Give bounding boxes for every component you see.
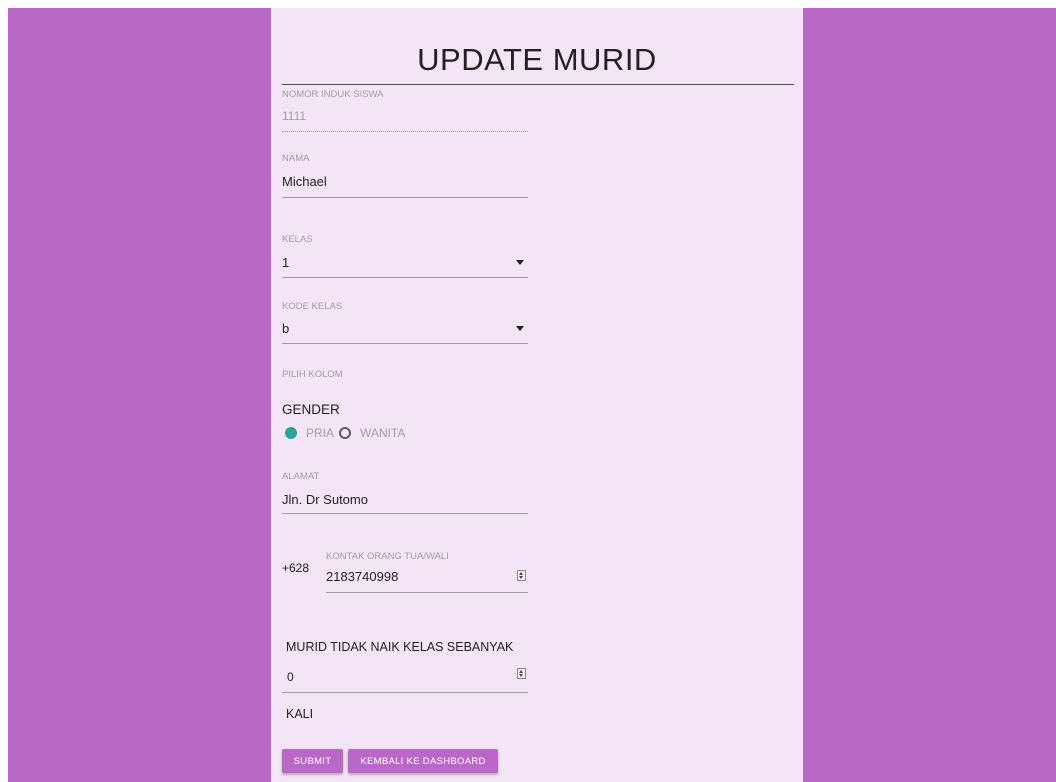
nama-value[interactable]: Michael xyxy=(282,174,327,189)
alamat-underline xyxy=(282,513,528,514)
nama-label: NAMA xyxy=(282,153,310,164)
update-murid-card: UPDATE MURID NOMOR INDUK SISWA 1111 NAMA… xyxy=(271,8,803,782)
kontak-underline xyxy=(326,592,528,593)
tidak-naik-heading: MURID TIDAK NAIK KELAS SEBANYAK xyxy=(286,640,514,654)
kontak-input[interactable]: KONTAK ORANG TUA/WALI 2183740998 xyxy=(326,550,528,596)
gender-wanita-label[interactable]: WANITA xyxy=(360,426,405,440)
spinner-down-icon[interactable] xyxy=(519,576,523,579)
kelas-underline xyxy=(282,277,528,278)
page-title: UPDATE MURID xyxy=(417,42,657,77)
kode-kelas-chevron-down-icon[interactable] xyxy=(516,326,524,331)
kontak-value[interactable]: 2183740998 xyxy=(326,569,398,584)
kelas-select[interactable]: KELAS 1 xyxy=(282,233,528,281)
submit-button[interactable]: SUBMIT xyxy=(282,749,343,773)
kode-kelas-select[interactable]: KODE KELAS b xyxy=(282,300,528,348)
gender-pria-radio[interactable] xyxy=(285,427,297,439)
kelas-value[interactable]: 1 xyxy=(282,255,289,270)
nis-field: NOMOR INDUK SISWA 1111 xyxy=(282,88,528,133)
nama-underline xyxy=(282,197,528,198)
kode-kelas-underline xyxy=(282,343,528,344)
alamat-label: ALAMAT xyxy=(282,471,320,482)
alamat-value[interactable]: Jln. Dr Sutomo xyxy=(282,492,368,507)
kali-suffix: KALI xyxy=(286,707,314,721)
nis-label: NOMOR INDUK SISWA xyxy=(282,89,384,100)
tidak-naik-underline xyxy=(282,692,528,693)
tidak-naik-input[interactable]: 0 xyxy=(282,663,528,695)
spinner-up-icon[interactable] xyxy=(519,572,523,575)
kelas-label: KELAS xyxy=(282,234,313,245)
nis-underline xyxy=(282,131,528,132)
dashboard-button[interactable]: KEMBALI KE DASHBOARD xyxy=(348,749,498,773)
kontak-label: KONTAK ORANG TUA/WALI xyxy=(326,551,449,562)
kelas-chevron-down-icon[interactable] xyxy=(516,260,524,265)
tidak-naik-spinner-icon[interactable] xyxy=(517,668,526,679)
gender-heading: GENDER xyxy=(282,402,340,417)
tidak-naik-value[interactable]: 0 xyxy=(287,670,294,684)
gender-pria-label[interactable]: PRIA xyxy=(306,426,334,440)
nama-input[interactable]: NAMA Michael xyxy=(282,152,528,200)
kode-kelas-label: KODE KELAS xyxy=(282,301,343,312)
spinner-down-icon[interactable] xyxy=(519,674,523,677)
pilih-kolom-label: PILIH KOLOM xyxy=(282,369,343,380)
gender-wanita-radio[interactable] xyxy=(339,427,351,439)
spinner-up-icon[interactable] xyxy=(519,670,523,673)
kode-kelas-value[interactable]: b xyxy=(282,321,289,336)
alamat-input[interactable]: ALAMAT Jln. Dr Sutomo xyxy=(282,470,528,518)
nis-value: 1111 xyxy=(282,109,307,123)
kontak-prefix: +628 xyxy=(282,561,310,575)
title-divider xyxy=(282,84,794,85)
kontak-spinner-icon[interactable] xyxy=(517,570,526,581)
